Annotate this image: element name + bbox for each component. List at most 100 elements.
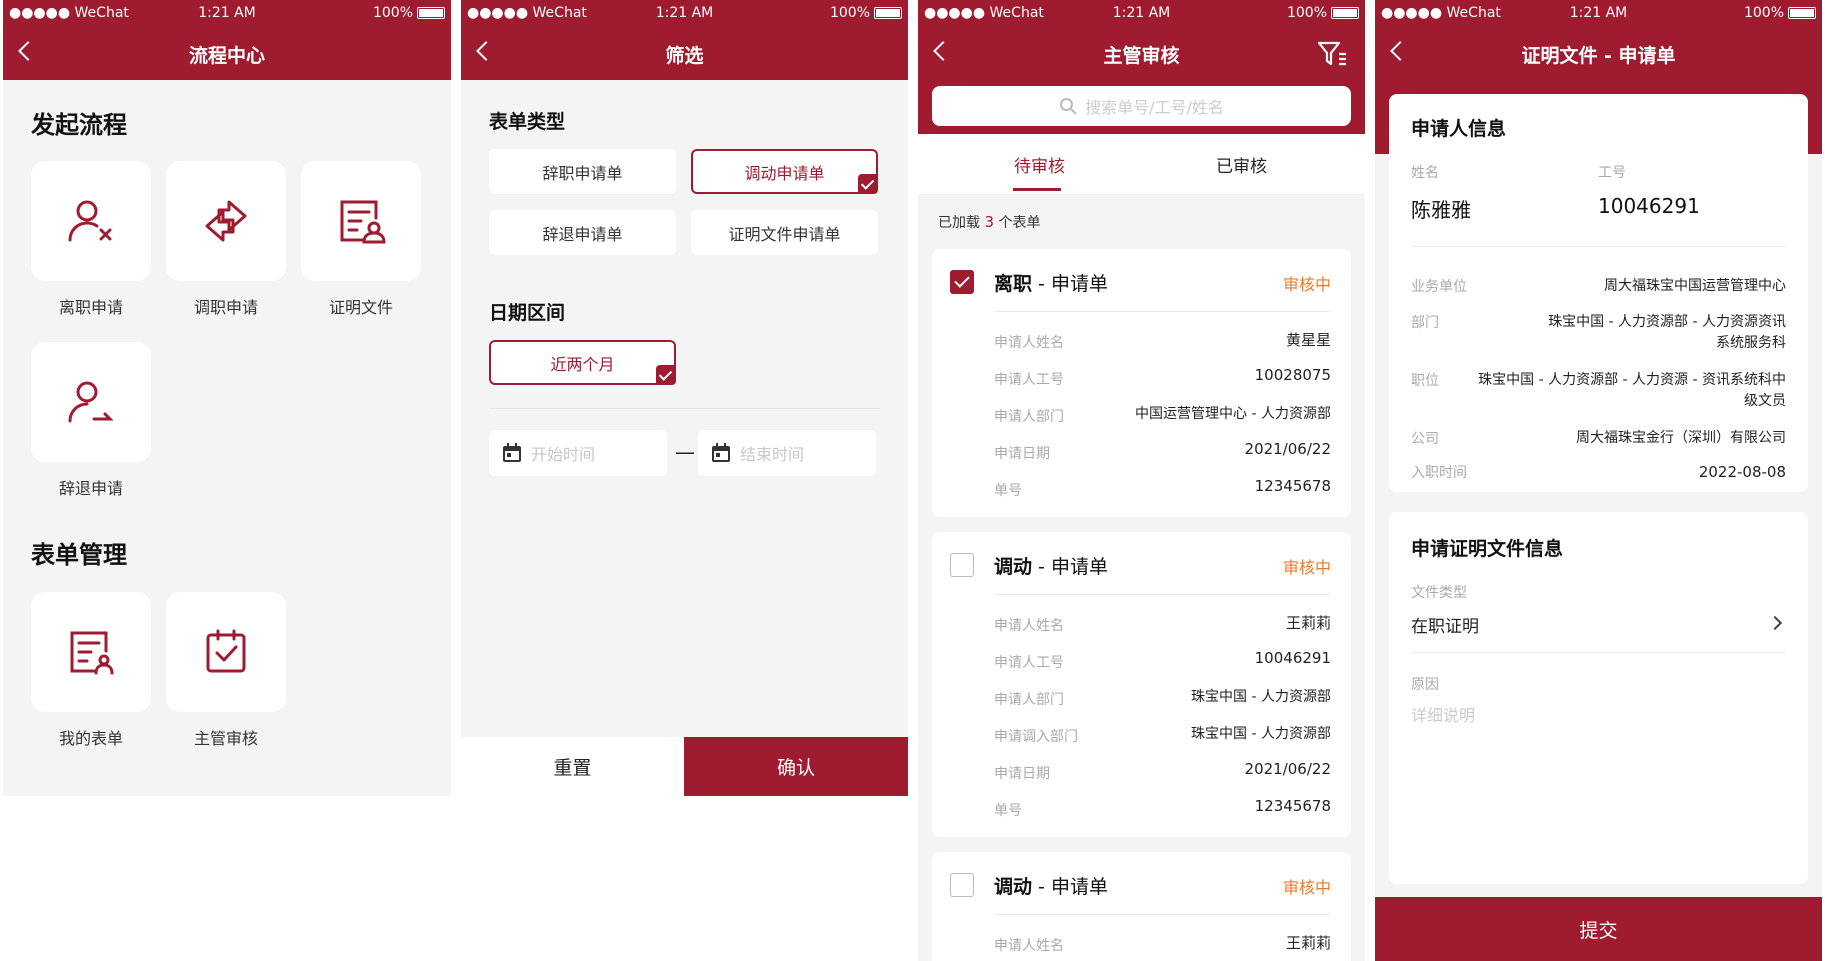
battery-indicator: 100%	[1744, 5, 1816, 21]
document-user-icon	[340, 200, 386, 244]
check-corner-icon	[858, 174, 878, 194]
row-label: 申请日期	[994, 446, 1050, 462]
tile-certificate[interactable]	[301, 161, 421, 281]
tile-resign[interactable]	[31, 161, 151, 281]
tile-dismiss[interactable]	[31, 342, 151, 462]
page-title: 主管审核	[1103, 45, 1180, 67]
tile-label-dismiss: 辞退申请	[58, 479, 123, 498]
applicant-emp-id: 10046291	[1598, 194, 1700, 218]
info-label: 入职时间	[1411, 465, 1467, 481]
card-checkbox[interactable]	[950, 270, 974, 294]
info-label: 职位	[1411, 373, 1439, 389]
row-value: 2021/06/22	[1244, 760, 1331, 778]
loaded-suffix: 个表单	[998, 215, 1041, 231]
document-panel: 申请证明文件信息 文件类型 在职证明 原因 详细说明	[1389, 512, 1808, 884]
status-bar: ●●●●● WeChat 1:21 AM 100%	[461, 0, 908, 26]
divider	[1411, 246, 1786, 247]
battery-icon	[417, 7, 445, 19]
start-date-placeholder: 开始时间	[531, 445, 596, 464]
name-label: 姓名	[1411, 165, 1439, 181]
chip-last-two-months[interactable]: 近两个月	[489, 340, 676, 385]
battery-indicator: 100%	[373, 5, 445, 21]
chevron-right-icon	[1767, 615, 1783, 631]
row-label: 申请调入部门	[994, 729, 1078, 745]
tile-transfer[interactable]	[166, 161, 286, 281]
battery-percent: 100%	[372, 5, 413, 21]
form-suffix: - 申请单	[1032, 273, 1108, 295]
row-label: 申请人工号	[994, 372, 1064, 388]
chip-label: 证明文件申请单	[728, 224, 841, 244]
card-row: 单号 12345678	[994, 797, 1331, 821]
confirm-button[interactable]: 确认	[684, 737, 908, 796]
tab-indicator	[1013, 188, 1061, 191]
applicant-title: 申请人信息	[1411, 118, 1507, 140]
end-date-input[interactable]: 结束时间	[698, 430, 876, 476]
screen-filter: ●●●●● WeChat 1:21 AM 100% 筛选 表单类型 辞职申请单 …	[461, 0, 908, 796]
battery-indicator: 100%	[830, 5, 902, 21]
status-badge: 审核中	[1282, 275, 1331, 294]
range-dash: —	[675, 440, 695, 464]
row-label: 申请人部门	[994, 409, 1064, 425]
form-type: 调动	[994, 556, 1033, 578]
loaded-count: 3	[984, 213, 994, 231]
card-checkbox[interactable]	[950, 553, 974, 577]
battery-icon	[1788, 7, 1816, 19]
info-value: 珠宝中国 - 人力资源部 - 人力资源 - 资讯系统科中级文员	[1478, 372, 1786, 409]
user-out-icon	[68, 381, 114, 423]
review-card[interactable]: 调动 - 申请单 审核中 申请人姓名 王莉莉 申请人工号 10046291 申请人部…	[932, 532, 1351, 837]
battery-indicator: 100%	[1287, 5, 1359, 21]
status-badge: 审核中	[1282, 878, 1331, 897]
tile-label-resign: 离职申请	[58, 298, 123, 317]
card-title: 离职 - 申请单	[994, 269, 1108, 296]
tile-label-supervisor-review: 主管审核	[193, 729, 258, 748]
row-value: 12345678	[1254, 797, 1331, 815]
row-value: 12345678	[1254, 477, 1331, 495]
nav-bar: 流程中心	[3, 26, 451, 80]
filter-icon[interactable]	[1317, 40, 1347, 68]
tab-pending[interactable]: 待审核	[1014, 152, 1065, 177]
info-label: 业务单位	[1411, 279, 1467, 295]
row-value: 王莉莉	[1285, 614, 1331, 632]
form-type-title: 表单类型	[489, 111, 566, 133]
review-card[interactable]: 离职 - 申请单 审核中 申请人姓名 黄星星 申请人工号 10028075 申请人部…	[932, 249, 1351, 517]
review-card[interactable]: 调动 - 申请单 审核中 申请人姓名 王莉莉	[932, 852, 1351, 961]
document-title: 申请证明文件信息	[1411, 538, 1564, 560]
tab-reviewed[interactable]: 已审核	[1216, 152, 1267, 177]
info-value: 周大福珠宝金行（深圳）有限公司	[1576, 430, 1786, 446]
row-label: 单号	[994, 483, 1022, 499]
card-row: 申请日期 2021/06/22	[994, 760, 1331, 784]
chip-certificate-form[interactable]: 证明文件申请单	[691, 210, 878, 255]
doc-type-value: 在职证明	[1411, 617, 1479, 637]
row-value: 王莉莉	[1285, 934, 1331, 952]
reset-button[interactable]: 重置	[461, 737, 684, 796]
search-input[interactable]: 搜索单号/工号/姓名	[932, 86, 1351, 126]
search-placeholder: 搜索单号/工号/姓名	[1085, 98, 1224, 117]
card-row: 申请日期 2021/06/22	[994, 440, 1331, 464]
start-date-input[interactable]: 开始时间	[489, 430, 667, 476]
search-icon	[1060, 98, 1077, 115]
chip-dismiss-form[interactable]: 辞退申请单	[489, 210, 676, 255]
doc-type-select[interactable]: 在职证明	[1411, 608, 1786, 640]
reason-textarea[interactable]: 详细说明	[1411, 702, 1786, 852]
divider	[489, 408, 880, 409]
card-title: 调动 - 申请单	[994, 552, 1108, 579]
screen-process-center: ●●●●● WeChat 1:21 AM 100% 流程中心 发起流程 离职申请…	[3, 0, 451, 796]
submit-button[interactable]: 提交	[1375, 897, 1822, 961]
form-type: 调动	[994, 876, 1033, 898]
tile-supervisor-review[interactable]	[166, 592, 286, 712]
card-row: 申请人部门 珠宝中国 - 人力资源部	[994, 686, 1331, 710]
row-label: 单号	[994, 803, 1022, 819]
card-checkbox[interactable]	[950, 873, 974, 897]
nav-bar: 证明文件 - 申请单	[1375, 26, 1822, 80]
row-value: 10046291	[1254, 649, 1331, 667]
chip-resign-form[interactable]: 辞职申请单	[489, 149, 676, 194]
tile-label-transfer: 调职申请	[193, 298, 258, 317]
tile-my-forms[interactable]	[31, 592, 151, 712]
page-title: 证明文件 - 申请单	[1521, 45, 1676, 67]
applicant-panel: 申请人信息 姓名 工号 陈雅雅 10046291 业务单位 周大福珠宝中国运营管理…	[1389, 94, 1808, 492]
row-value: 中国运营管理中心 - 人力资源部	[1135, 406, 1331, 422]
chip-transfer-form[interactable]: 调动申请单	[691, 149, 878, 194]
status-bar: ●●●●● WeChat 1:21 AM 100%	[918, 0, 1365, 26]
info-value: 2022-08-08	[1698, 463, 1786, 481]
screen-certificate-form: ●●●●● WeChat 1:21 AM 100% 证明文件 - 申请单 申请人…	[1375, 0, 1822, 961]
